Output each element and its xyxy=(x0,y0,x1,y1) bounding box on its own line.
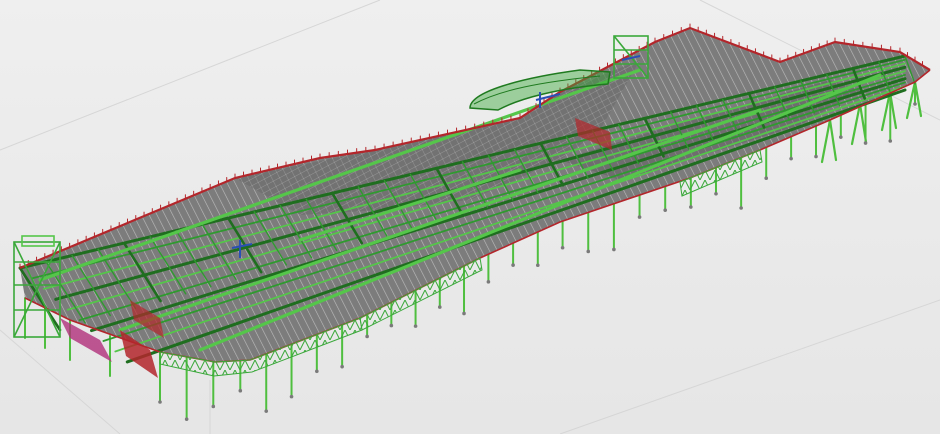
column-foot xyxy=(764,176,769,180)
column-foot xyxy=(586,249,591,254)
column-foot xyxy=(184,417,189,421)
braced-leg xyxy=(905,80,917,120)
column-foot xyxy=(158,400,162,404)
column-foot xyxy=(689,205,693,209)
column-foot xyxy=(789,156,793,161)
column-foot xyxy=(913,102,917,106)
column-foot xyxy=(289,394,294,399)
steel-structure-render xyxy=(0,0,940,434)
braced-leg xyxy=(828,118,838,162)
column-foot xyxy=(365,334,369,339)
column-foot xyxy=(888,139,893,143)
column-foot xyxy=(315,369,319,374)
braced-leg xyxy=(820,118,832,164)
column-foot xyxy=(238,388,243,393)
column-foot xyxy=(637,215,642,219)
column-foot xyxy=(211,404,216,409)
column-foot xyxy=(389,323,394,328)
column-foot xyxy=(264,409,269,413)
column-foot xyxy=(413,324,418,328)
column-foot xyxy=(663,208,668,212)
column-foot xyxy=(560,245,565,250)
model-viewport[interactable] xyxy=(0,0,940,434)
column-foot xyxy=(739,206,743,210)
column-foot xyxy=(535,263,540,268)
column-foot xyxy=(839,135,843,139)
column-foot xyxy=(437,305,442,309)
column-foot xyxy=(863,141,868,145)
column-foot xyxy=(486,280,491,284)
column-foot xyxy=(462,311,466,316)
column-foot xyxy=(814,154,818,159)
column-foot xyxy=(511,263,515,267)
column-foot xyxy=(612,247,616,252)
column-foot xyxy=(714,191,718,196)
column-foot xyxy=(340,364,344,369)
